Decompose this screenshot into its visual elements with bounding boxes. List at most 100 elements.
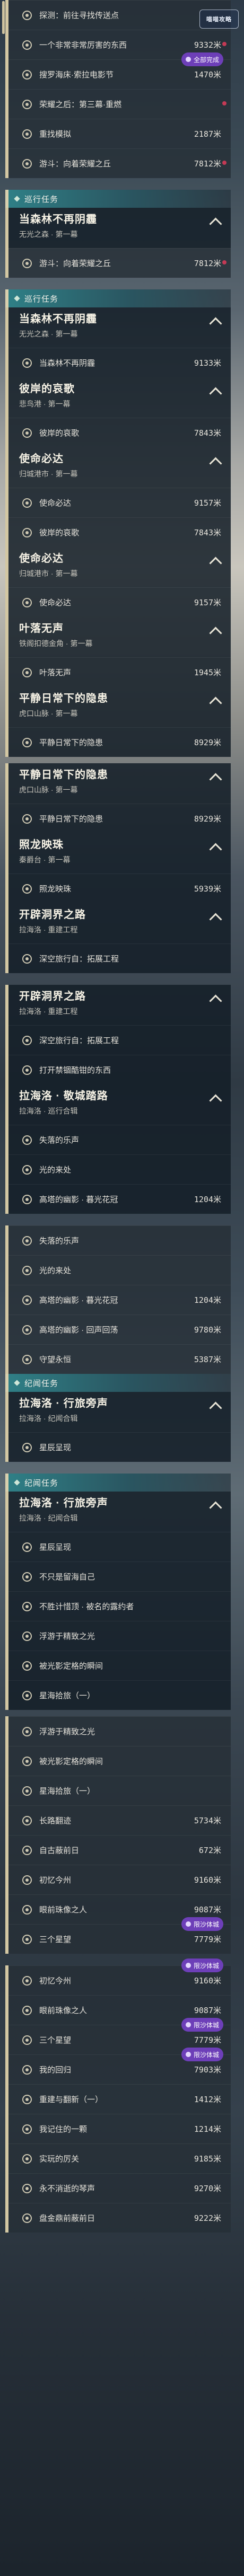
quest-card-header[interactable]: 平静日常下的隐患 虎口山脉 · 第一幕: [8, 763, 231, 804]
quest-step-row[interactable]: 游斗：向着荣耀之丘 7812米: [8, 248, 231, 278]
quest-step-row[interactable]: 永不消逝的琴声 9270米: [8, 2173, 231, 2203]
quest-step-row[interactable]: 被光影定格的瞬间: [8, 1746, 231, 1776]
step-label: 当森林不再阴霾: [39, 359, 95, 368]
quest-step-row[interactable]: 被光影定格的瞬间: [8, 1651, 231, 1680]
quest-card-header[interactable]: 当森林不再阴霾 无光之森 · 第一幕: [8, 208, 231, 248]
step-label: 失落的乐声: [39, 1136, 80, 1145]
step-label: 眼前珠像之人: [39, 1905, 88, 1915]
quest-step-row[interactable]: 守望永恒 5387米: [8, 1344, 231, 1374]
quest-step-row[interactable]: 搜罗海床·索拉电影节 1470米 全部完成: [8, 52, 231, 89]
target-icon: [22, 2005, 32, 2015]
quest-card-header[interactable]: 拉海洛 · 敬城踏路 拉海洛 · 巡行合辑: [8, 1084, 231, 1125]
quest-step-row[interactable]: 实玩的厉关 9185米: [8, 2143, 231, 2173]
quest-step-row[interactable]: 高塔的幽影 · 暮光花冠 1204米: [8, 1184, 231, 1214]
quest-step-row[interactable]: 我的回归 7903米 限沙体城: [8, 2048, 231, 2084]
quest-step-row[interactable]: 初忆今州 9160米: [8, 1865, 231, 1894]
step-label: 失落的乐声: [39, 1237, 80, 1246]
quest-step-row[interactable]: 照龙映珠 5939米: [8, 874, 231, 903]
step-label: 高塔的幽影 · 暮光花冠: [39, 1296, 118, 1305]
quest-step-row[interactable]: 浮游于精致之光: [8, 1621, 231, 1651]
step-label: 初忆今州: [39, 1977, 72, 1986]
quest-step-row[interactable]: 星海拾旅（一）: [8, 1680, 231, 1710]
quest-card-header[interactable]: 当森林不再阴霾 无光之森 · 第一幕: [8, 307, 231, 348]
quest-step-row[interactable]: 当森林不再阴霾 9133米: [8, 348, 231, 377]
quest-card: 游斗：向着荣耀之丘 7812米: [5, 148, 231, 178]
quest-subtitle: 拉海洛 · 纪闻合辑: [19, 1414, 78, 1423]
quest-card-header[interactable]: 使命必达 归城港市 · 第一幕: [8, 447, 231, 488]
quest-step-row[interactable]: 三个星望 7779米 限沙体城: [8, 1917, 231, 1954]
target-icon: [22, 358, 32, 368]
quest-step-row[interactable]: 光的来处: [8, 1255, 231, 1285]
quest-step-row[interactable]: 使命必达 9157米: [8, 488, 231, 517]
quest-step-row[interactable]: 光的来处: [8, 1154, 231, 1184]
diamond-icon: [14, 196, 20, 202]
quest-step-row[interactable]: 高塔的幽影 · 暮光花冠 1204米: [8, 1285, 231, 1315]
quest-step-row[interactable]: 平静日常下的隐患 8929米: [8, 804, 231, 833]
quest-card-header[interactable]: 使命必达 归城港市 · 第一幕: [8, 547, 231, 587]
quest-step-row[interactable]: 不胜计惜顶 · 被名的露约者: [8, 1591, 231, 1621]
quest-step-row[interactable]: 盘金鼎前蔽前日 9222米: [8, 2203, 231, 2233]
step-label: 守望永恒: [39, 1355, 72, 1364]
step-distance: 9160米: [194, 1976, 221, 1986]
quest-card-header[interactable]: 彼岸的哀歌 悲鸟港 · 第一幕: [8, 377, 231, 418]
target-icon: [22, 10, 32, 20]
quest-step-row[interactable]: 星海拾旅（一）: [8, 1776, 231, 1805]
step-label: 长路翻迹: [39, 1816, 72, 1825]
target-icon: [22, 498, 32, 508]
step-distance: 8929米: [194, 738, 221, 747]
step-label: 游斗：向着荣耀之丘: [39, 160, 111, 169]
quest-step-row[interactable]: 叶落无声 1945米: [8, 657, 231, 687]
step-distance: 9160米: [194, 1875, 221, 1885]
quest-card-header[interactable]: 拉海洛 · 行旅旁声 拉海洛 · 纪闻合辑: [8, 1492, 231, 1532]
target-icon: [22, 527, 32, 537]
quest-step-row[interactable]: 失落的乐声: [8, 1125, 231, 1154]
quest-step-row[interactable]: 彼岸的哀歌 7843米: [8, 517, 231, 547]
quest-step-row[interactable]: 失落的乐声: [8, 1225, 231, 1255]
quest-step-row[interactable]: 荣耀之后：第三幕·重燃: [8, 89, 231, 119]
quest-step-row[interactable]: 重找模拟 2187米: [8, 119, 231, 148]
quest-step-row[interactable]: 星辰呈现: [8, 1432, 231, 1462]
quest-step-row[interactable]: 游斗：向着荣耀之丘 7812米: [8, 148, 231, 178]
quest-step-row[interactable]: 深空旅行自：拓展工程: [8, 943, 231, 973]
quest-step-row[interactable]: 打开禁锢酷钳的东西: [8, 1055, 231, 1084]
quest-step-row[interactable]: 高塔的幽影 · 回声回荡 9780米: [8, 1315, 231, 1344]
quest-card: 游斗：向着荣耀之丘 7812米: [5, 248, 231, 278]
quest-step-row[interactable]: 初忆今州 9160米 限沙体城: [8, 1959, 231, 1995]
quest-title: 使命必达: [19, 453, 64, 465]
target-icon: [22, 667, 32, 677]
target-icon: [22, 2035, 32, 2045]
quest-card: 叶落无声 铁阁扣德金角 · 第一幕 叶落无声 1945米: [5, 617, 231, 687]
quest-step-row[interactable]: 不只是留海自己: [8, 1562, 231, 1591]
target-icon: [22, 1815, 32, 1825]
quest-list[interactable]: 探测：前往寻找传送点 一个非常非常厉害的东西 9332米 搜罗海床·索拉电影节 1470…: [0, 0, 244, 2233]
quest-step-row[interactable]: 浮游于精致之光: [8, 1716, 231, 1746]
quest-step-row[interactable]: 我记住的一颗 1214米: [8, 2114, 231, 2143]
quest-step-row[interactable]: 深空旅行自：拓展工程: [8, 1025, 231, 1055]
step-distance: 5734米: [194, 1816, 221, 1825]
quest-step-row[interactable]: 使命必达 9157米: [8, 587, 231, 617]
step-label: 盘金鼎前蔽前日: [39, 2214, 95, 2223]
quest-card-header[interactable]: 照龙映珠 秦爵台 · 第一幕: [8, 833, 231, 874]
quest-card-header[interactable]: 开辟洞界之路 拉海洛 · 重建工程: [8, 903, 231, 943]
quest-title: 开辟洞界之路: [19, 909, 86, 921]
quest-step-row[interactable]: 重建与翻新（一） 1412米: [8, 2084, 231, 2114]
step-distance: 7779米: [194, 1935, 221, 1944]
target-icon: [22, 2124, 32, 2134]
quest-card-header[interactable]: 叶落无声 铁阁扣德金角 · 第一幕: [8, 617, 231, 657]
quest-card-header[interactable]: 开辟洞界之路 拉海洛 · 重建工程: [8, 985, 231, 1025]
quest-card-header[interactable]: 平静日常下的隐患 虎口山脉 · 第一幕: [8, 687, 231, 727]
quest-card: 失落的乐声光的来处 高塔的幽影 · 暮光花冠 1204米 高塔的幽影 · 回声回荡 97…: [5, 1225, 231, 1374]
quest-title: 照龙映珠: [19, 839, 64, 851]
target-icon: [22, 1690, 32, 1700]
quest-step-row[interactable]: 长路翻迹 5734米: [8, 1805, 231, 1835]
quest-step-row[interactable]: 自古蔽前日 672米: [8, 1835, 231, 1865]
quest-step-row[interactable]: 平静日常下的隐患 8929米: [8, 727, 231, 757]
quest-step-row[interactable]: 彼岸的哀歌 7843米: [8, 418, 231, 447]
target-icon: [22, 1845, 32, 1855]
quest-step-row[interactable]: 星辰呈现: [8, 1532, 231, 1562]
quest-card-header[interactable]: 拉海洛 · 行旅旁声 拉海洛 · 纪闻合辑: [8, 1392, 231, 1432]
target-icon: [22, 158, 32, 169]
target-icon: [22, 1786, 32, 1796]
quest-step-row[interactable]: 探测：前往寻找传送点: [8, 0, 231, 30]
